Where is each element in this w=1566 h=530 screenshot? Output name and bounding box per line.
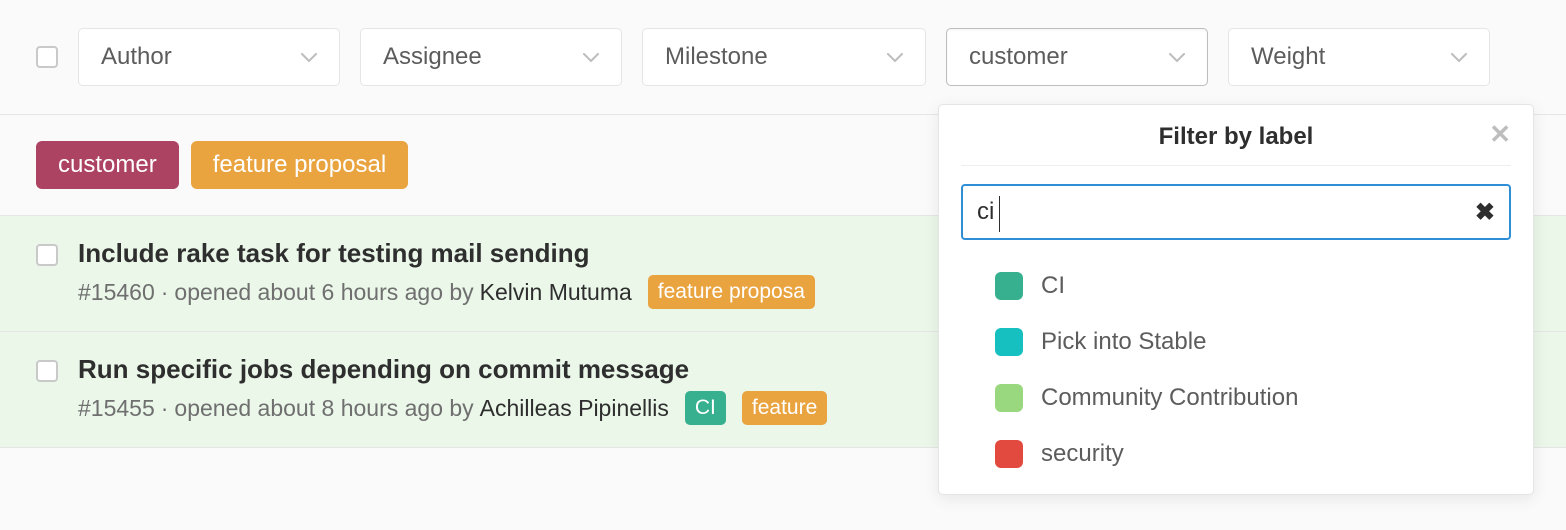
color-swatch — [995, 328, 1023, 356]
popover-list: CI Pick into Stable Community Contributi… — [939, 250, 1533, 482]
label-option-text: Community Contribution — [1041, 384, 1298, 412]
color-swatch — [995, 440, 1023, 468]
issue-checkbox[interactable] — [36, 360, 58, 382]
active-label-customer[interactable]: customer — [36, 141, 179, 189]
label-dropdown[interactable]: customer — [946, 28, 1208, 86]
close-icon[interactable]: ✕ — [1489, 119, 1511, 150]
milestone-dropdown-label: Milestone — [665, 43, 768, 71]
select-all-checkbox[interactable] — [36, 46, 58, 68]
label-option-security[interactable]: security — [939, 426, 1533, 482]
color-swatch — [995, 384, 1023, 412]
label-option-text: CI — [1041, 272, 1065, 300]
separator: · — [161, 279, 169, 306]
label-option-community-contribution[interactable]: Community Contribution — [939, 370, 1533, 426]
weight-dropdown[interactable]: Weight — [1228, 28, 1490, 86]
filter-bar: Author Assignee Milestone customer Weigh… — [0, 0, 1566, 115]
issue-label-ci[interactable]: CI — [685, 391, 726, 425]
issue-label-feature-proposal[interactable]: feature proposa — [648, 275, 815, 309]
label-option-text: security — [1041, 440, 1124, 468]
chevron-down-icon — [1169, 46, 1185, 69]
issue-id: #15455 — [78, 395, 155, 422]
author-dropdown-label: Author — [101, 43, 172, 71]
weight-dropdown-label: Weight — [1251, 43, 1325, 71]
popover-header: Filter by label ✕ — [961, 105, 1511, 166]
label-search-input[interactable] — [977, 198, 1475, 226]
color-swatch — [995, 272, 1023, 300]
chevron-down-icon — [887, 46, 903, 69]
label-option-pick-into-stable[interactable]: Pick into Stable — [939, 314, 1533, 370]
chevron-down-icon — [583, 46, 599, 69]
text-caret — [999, 196, 1000, 232]
assignee-dropdown[interactable]: Assignee — [360, 28, 622, 86]
milestone-dropdown[interactable]: Milestone — [642, 28, 926, 86]
popover-search: ✖ — [961, 184, 1511, 240]
active-label-feature-proposal[interactable]: feature proposal — [191, 141, 408, 189]
issue-opened: opened about 8 hours ago by — [174, 395, 473, 422]
label-option-ci[interactable]: CI — [939, 258, 1533, 314]
clear-search-icon[interactable]: ✖ — [1475, 198, 1495, 227]
label-filter-popover: Filter by label ✕ ✖ CI Pick into Stable … — [938, 104, 1534, 495]
issue-author[interactable]: Kelvin Mutuma — [480, 279, 632, 306]
label-dropdown-label: customer — [969, 43, 1068, 71]
issue-id: #15460 — [78, 279, 155, 306]
popover-search-wrap: ✖ — [939, 166, 1533, 250]
issue-checkbox[interactable] — [36, 244, 58, 266]
label-option-text: Pick into Stable — [1041, 328, 1206, 356]
author-dropdown[interactable]: Author — [78, 28, 340, 86]
chevron-down-icon — [301, 46, 317, 69]
issue-label-feature[interactable]: feature — [742, 391, 827, 425]
issue-opened: opened about 6 hours ago by — [174, 279, 473, 306]
assignee-dropdown-label: Assignee — [383, 43, 482, 71]
chevron-down-icon — [1451, 46, 1467, 69]
popover-title: Filter by label — [1159, 123, 1314, 150]
issue-author[interactable]: Achilleas Pipinellis — [480, 395, 669, 422]
separator: · — [161, 395, 169, 422]
